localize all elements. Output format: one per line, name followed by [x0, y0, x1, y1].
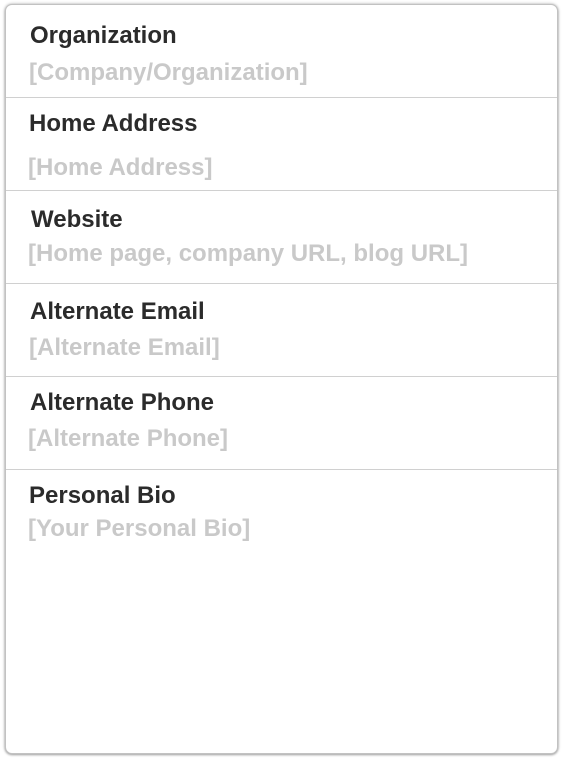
- alternate-phone-label: Alternate Phone: [30, 389, 215, 416]
- organization-label: Organization: [30, 22, 177, 49]
- form-row-personal-bio: Personal Bio [Your Personal Bio]: [6, 470, 557, 753]
- personal-bio-field[interactable]: [Your Personal Bio]: [28, 516, 547, 736]
- form-row-alternate-email: Alternate Email [Alternate Email]: [6, 284, 557, 377]
- form-row-home-address: Home Address [Home Address]: [6, 98, 557, 191]
- alternate-email-field[interactable]: [Alternate Email]: [29, 335, 547, 361]
- home-address-field[interactable]: [Home Address]: [28, 155, 547, 181]
- home-address-label: Home Address: [29, 110, 198, 137]
- form-row-website: Website [Home page, company URL, blog UR…: [6, 191, 557, 284]
- form-row-alternate-phone: Alternate Phone [Alternate Phone]: [6, 377, 557, 470]
- organization-field[interactable]: [Company/Organization]: [29, 60, 547, 86]
- profile-details-form: Organization [Company/Organization] Home…: [5, 4, 558, 754]
- alternate-email-label: Alternate Email: [30, 298, 205, 325]
- website-field[interactable]: [Home page, company URL, blog URL]: [28, 241, 547, 267]
- website-label: Website: [31, 206, 123, 233]
- personal-bio-label: Personal Bio: [29, 482, 176, 509]
- alternate-phone-field[interactable]: [Alternate Phone]: [28, 426, 547, 452]
- form-row-organization: Organization [Company/Organization]: [6, 5, 557, 98]
